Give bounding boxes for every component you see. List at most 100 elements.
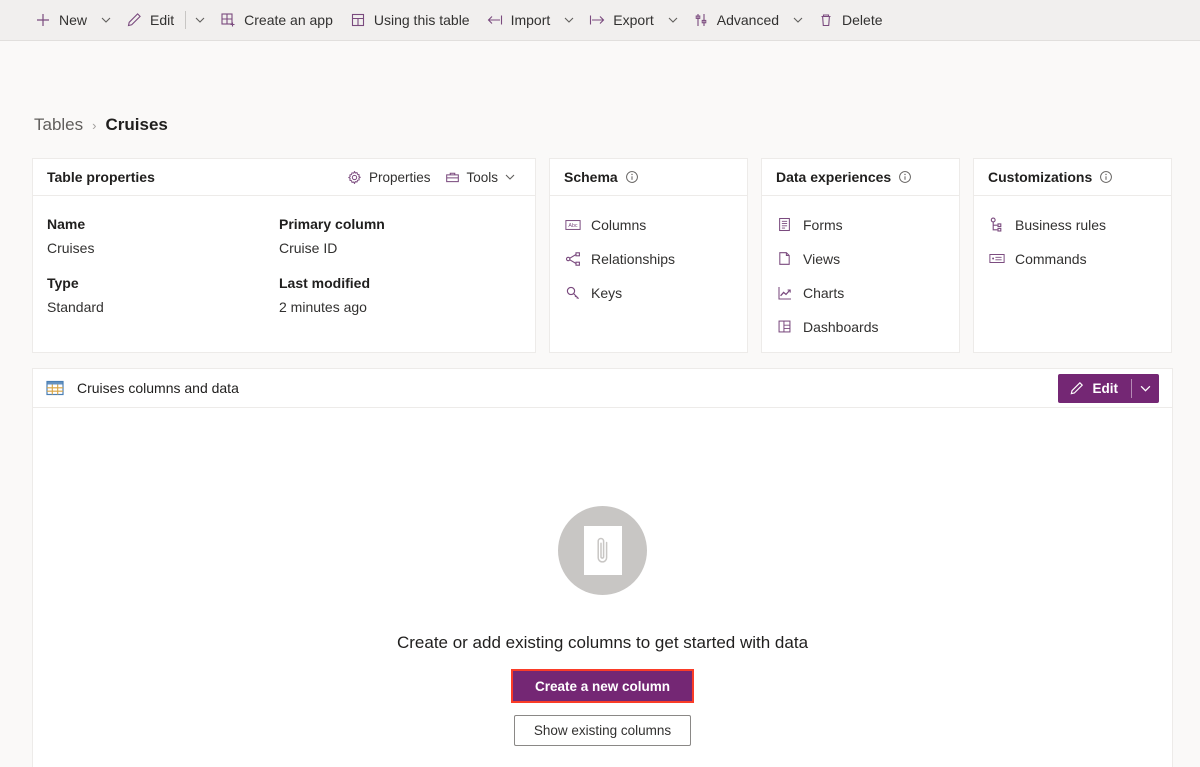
edit-dropdown-caret[interactable] xyxy=(1132,374,1159,403)
command-export-label: Export xyxy=(613,12,653,28)
gear-icon xyxy=(347,169,363,185)
schema-link-columns-label: Columns xyxy=(591,217,646,233)
command-export-caret[interactable] xyxy=(662,4,684,36)
line-chart-icon xyxy=(776,284,793,301)
command-edit[interactable]: Edit xyxy=(117,4,182,36)
export-arrow-icon xyxy=(588,11,606,29)
customizations-link-business-rules-label: Business rules xyxy=(1015,217,1106,233)
properties-button-label: Properties xyxy=(369,170,431,185)
app-grid-icon xyxy=(219,11,237,29)
data-experiences-link-views-label: Views xyxy=(803,251,840,267)
columns-and-data-panel: Cruises columns and data Edit xyxy=(32,368,1173,767)
data-experiences-card-header: Data experiences xyxy=(762,159,959,196)
table-grid-icon xyxy=(45,378,65,398)
command-delete[interactable]: Delete xyxy=(809,4,890,36)
edit-button-label: Edit xyxy=(1093,381,1119,396)
breadcrumb-current-cruises: Cruises xyxy=(105,115,167,135)
data-experiences-link-charts-label: Charts xyxy=(803,285,844,301)
command-using-this-table-label: Using this table xyxy=(374,12,470,28)
sliders-icon xyxy=(692,11,710,29)
abc-columns-icon: Abc xyxy=(564,216,581,233)
customizations-title: Customizations xyxy=(988,169,1092,185)
data-experiences-link-dashboards[interactable]: Dashboards xyxy=(776,314,879,339)
edit-split-button: Edit xyxy=(1058,374,1160,403)
command-import[interactable]: Import xyxy=(478,4,559,36)
relationships-icon xyxy=(564,250,581,267)
properties-button[interactable]: Properties xyxy=(341,163,437,191)
schema-link-columns[interactable]: Abc Columns xyxy=(564,212,646,237)
empty-state-message: Create or add existing columns to get st… xyxy=(397,633,808,653)
create-a-new-column-button[interactable]: Create a new column xyxy=(513,671,692,701)
page-content: Tables › Cruises Table properties Proper… xyxy=(0,41,1200,767)
breadcrumb: Tables › Cruises xyxy=(34,115,168,135)
form-icon xyxy=(776,216,793,233)
breadcrumb-tables-link[interactable]: Tables xyxy=(34,115,83,135)
command-new-caret[interactable] xyxy=(95,4,117,36)
view-page-icon xyxy=(776,250,793,267)
command-advanced[interactable]: Advanced xyxy=(684,4,787,36)
customizations-card-body: Business rules Commands xyxy=(974,196,1171,352)
command-using-this-table[interactable]: Using this table xyxy=(341,4,478,36)
pencil-icon xyxy=(125,11,143,29)
info-icon[interactable] xyxy=(898,170,912,184)
import-arrow-icon xyxy=(486,11,504,29)
command-new[interactable]: New xyxy=(26,4,95,36)
table-properties-body: Name Primary column Cruises Cruise ID Ty… xyxy=(33,196,535,352)
key-icon xyxy=(564,284,581,301)
field-value-type: Standard xyxy=(47,295,279,330)
card-row: Table properties Properties Tools xyxy=(32,158,1173,353)
command-import-label: Import xyxy=(511,12,551,28)
command-edit-caret[interactable] xyxy=(189,4,211,36)
data-experiences-link-forms[interactable]: Forms xyxy=(776,212,843,237)
schema-link-relationships[interactable]: Relationships xyxy=(564,246,675,271)
tools-chevron-down-icon xyxy=(505,172,515,182)
schema-title: Schema xyxy=(564,169,618,185)
customizations-card: Customizations Business rules xyxy=(973,158,1172,353)
empty-state: Create or add existing columns to get st… xyxy=(33,408,1172,767)
field-label-type: Type xyxy=(47,271,279,295)
table-link-icon xyxy=(349,11,367,29)
command-delete-label: Delete xyxy=(842,12,882,28)
table-properties-grid: Name Primary column Cruises Cruise ID Ty… xyxy=(47,212,521,330)
schema-link-relationships-label: Relationships xyxy=(591,251,675,267)
columns-and-data-header: Cruises columns and data Edit xyxy=(33,369,1172,408)
create-column-highlight: Create a new column xyxy=(511,669,694,703)
schema-card-header: Schema xyxy=(550,159,747,196)
command-export[interactable]: Export xyxy=(580,4,661,36)
plus-icon xyxy=(34,11,52,29)
customizations-link-business-rules[interactable]: Business rules xyxy=(988,212,1106,237)
customizations-links: Business rules Commands xyxy=(988,212,1157,280)
schema-link-keys[interactable]: Keys xyxy=(564,280,622,305)
field-label-name: Name xyxy=(47,212,279,236)
data-experiences-title: Data experiences xyxy=(776,169,891,185)
tools-button-label: Tools xyxy=(466,170,498,185)
data-experiences-link-charts[interactable]: Charts xyxy=(776,280,844,305)
show-existing-columns-button[interactable]: Show existing columns xyxy=(514,715,691,746)
command-create-an-app-label: Create an app xyxy=(244,12,333,28)
field-value-name: Cruises xyxy=(47,236,279,271)
data-experiences-links: Forms Views Charts xyxy=(776,212,945,348)
data-experiences-link-dashboards-label: Dashboards xyxy=(803,319,879,335)
table-properties-card: Table properties Properties Tools xyxy=(32,158,536,353)
schema-card-body: Abc Columns Relationships xyxy=(550,196,747,352)
command-create-an-app[interactable]: Create an app xyxy=(211,4,341,36)
field-value-primary-column: Cruise ID xyxy=(279,236,521,271)
tools-button[interactable]: Tools xyxy=(438,163,521,191)
command-import-caret[interactable] xyxy=(558,4,580,36)
field-value-last-modified: 2 minutes ago xyxy=(279,295,521,330)
edit-button[interactable]: Edit xyxy=(1058,374,1132,403)
data-experiences-card: Data experiences Forms xyxy=(761,158,960,353)
schema-card: Schema Abc Columns xyxy=(549,158,748,353)
info-icon[interactable] xyxy=(1099,170,1113,184)
command-bar-icon xyxy=(988,250,1005,267)
info-icon[interactable] xyxy=(625,170,639,184)
pencil-icon xyxy=(1069,380,1085,396)
data-experiences-link-views[interactable]: Views xyxy=(776,246,840,271)
columns-and-data-title: Cruises columns and data xyxy=(77,380,239,396)
breadcrumb-separator: › xyxy=(92,118,96,133)
command-advanced-caret[interactable] xyxy=(787,4,809,36)
customizations-card-header: Customizations xyxy=(974,159,1171,196)
svg-text:Abc: Abc xyxy=(568,223,578,229)
customizations-link-commands[interactable]: Commands xyxy=(988,246,1087,271)
data-experiences-card-body: Forms Views Charts xyxy=(762,196,959,352)
